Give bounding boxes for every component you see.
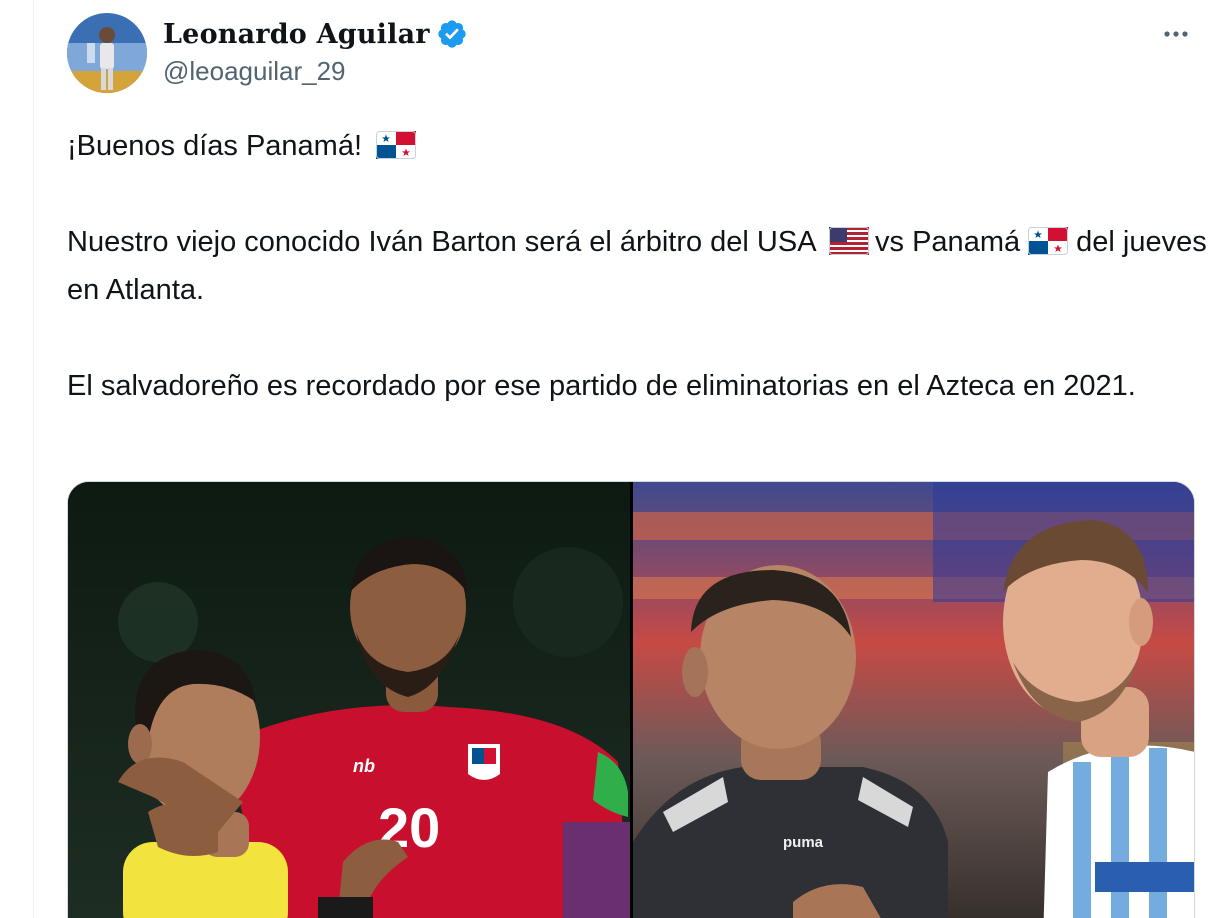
tweet-paragraph-2: Nuestro viejo conocido Iván Barton será …: [67, 218, 1207, 314]
tweet-body: ¡Buenos días Panamá! Nuestro viejo conoc…: [67, 122, 1207, 410]
tweet-paragraph-1: ¡Buenos días Panamá!: [67, 122, 1207, 170]
panama-flag-icon: [1028, 222, 1069, 255]
jersey-brand-logo: nb: [353, 756, 375, 776]
more-options-button[interactable]: [1152, 14, 1200, 54]
author-display-name[interactable]: Leonardo Aguilar: [163, 19, 430, 50]
tweet-text-segment-1: Nuestro viejo conocido Iván Barton será …: [67, 226, 815, 258]
panama-flag-icon: [376, 126, 417, 159]
tweet-text-segment-2: vs Panamá: [875, 226, 1021, 258]
author-name-row: Leonardo Aguilar: [163, 14, 468, 54]
tweet-paragraph-3: El salvadoreño es recordado por ese part…: [67, 370, 1136, 402]
media-photo-left[interactable]: 20 nb: [68, 482, 630, 918]
author-handle[interactable]: @leoaguilar_29: [163, 56, 346, 87]
tweet-card: Leonardo Aguilar @leoaguilar_29 ¡Buenos …: [0, 0, 1224, 918]
tweet-media-grid[interactable]: 20 nb puma: [67, 481, 1195, 918]
timeline-divider: [33, 0, 34, 918]
usa-flag-icon: [829, 222, 870, 255]
verified-badge-icon[interactable]: [436, 18, 468, 50]
media-photo-right[interactable]: puma: [633, 482, 1194, 918]
more-dots-icon: [1164, 31, 1188, 37]
tweet-greeting: ¡Buenos días Panamá!: [67, 130, 363, 162]
author-avatar[interactable]: [67, 13, 147, 93]
shirt-brand-logo: puma: [783, 834, 824, 851]
